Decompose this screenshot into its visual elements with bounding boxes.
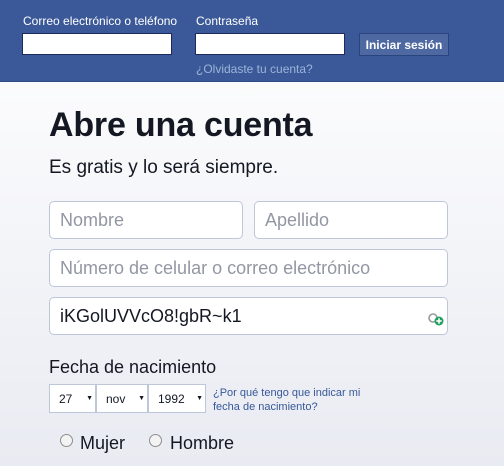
new-password-value: iKGolUVVcO8!gbR~k1 [60,305,242,326]
gender-male-radio[interactable] [149,434,162,447]
birthday-month-select[interactable]: nov ▼ [96,384,148,413]
last-name-placeholder: Apellido [265,209,330,230]
birthday-month-value: nov [106,391,126,406]
contact-input[interactable]: Número de celular o correo electrónico [49,249,448,287]
birthday-year-select[interactable]: 1992 ▼ [148,384,206,413]
birthday-day-value: 27 [59,391,73,406]
first-name-placeholder: Nombre [60,209,125,230]
why-birthday-line1: ¿Por qué tengo que indicar mi [213,387,361,399]
gender-male-label[interactable]: Hombre [170,433,234,454]
signup-title: Abre una cuenta [49,106,313,144]
forgot-account-link[interactable]: ¿Olvidaste tu cuenta? [196,62,313,76]
signup-subtitle: Es gratis y lo será siempre. [49,157,279,178]
contact-placeholder: Número de celular o correo electrónico [60,257,371,278]
top-bar: Correo electrónico o teléfono Contraseña… [0,0,504,82]
dropdown-arrow-icon: ▼ [138,395,145,402]
email-label: Correo electrónico o teléfono [23,14,178,28]
birthday-year-value: 1992 [158,391,185,406]
why-birthday-link[interactable]: ¿Por qué tengo que indicar mi fecha de n… [213,386,373,414]
dropdown-arrow-icon: ▼ [86,395,93,402]
new-password-input[interactable]: iKGolUVVcO8!gbR~k1 [49,297,448,335]
birthday-day-select[interactable]: 27 ▼ [49,384,96,413]
gender-female-label[interactable]: Mujer [80,433,125,454]
dropdown-arrow-icon: ▼ [196,395,203,402]
last-name-input[interactable]: Apellido [254,201,448,239]
login-button[interactable]: Iniciar sesión [359,33,449,56]
gender-female-radio[interactable] [60,434,73,447]
password-label: Contraseña [196,14,259,28]
password-manager-key-icon[interactable] [428,312,444,326]
password-input[interactable] [195,33,345,55]
birthday-label: Fecha de nacimiento [49,357,217,377]
first-name-input[interactable]: Nombre [49,201,243,239]
why-birthday-line2: fecha de nacimiento? [213,401,318,413]
email-input[interactable] [22,33,172,55]
